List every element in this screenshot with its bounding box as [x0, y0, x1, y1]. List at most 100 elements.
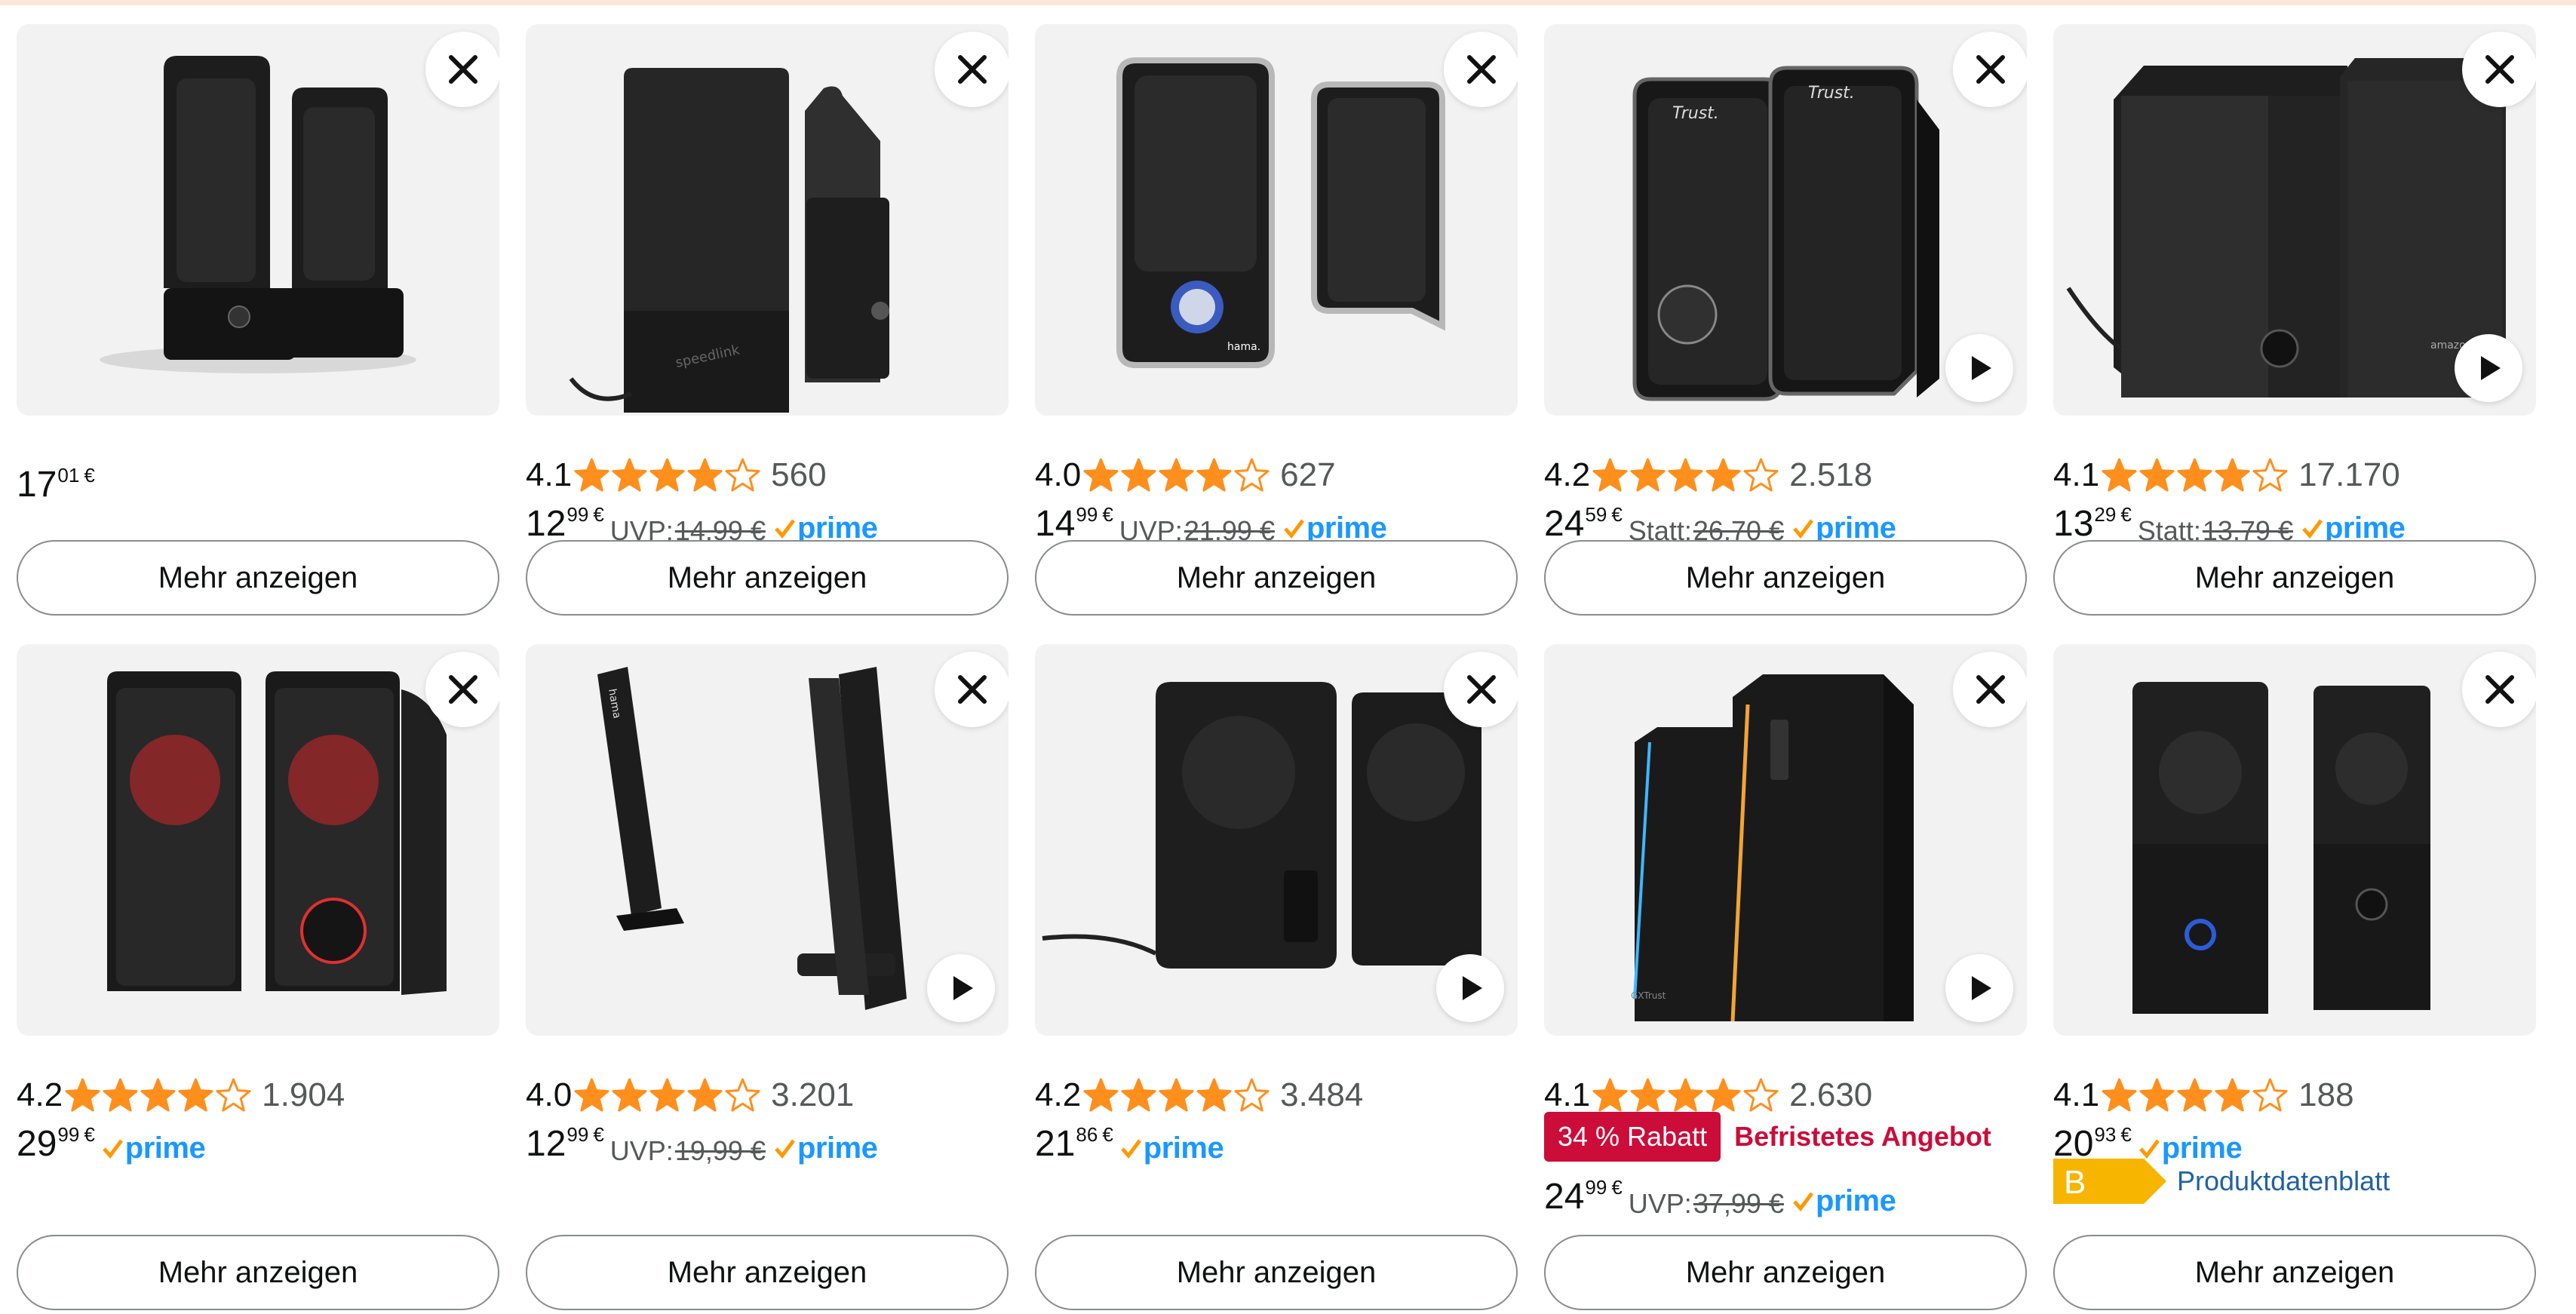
product-data-sheet-link[interactable]: Produktdatenblatt: [2177, 1165, 2390, 1197]
product-image[interactable]: amazonbasics: [2053, 24, 2536, 416]
brand-logo: Trust.: [1672, 104, 1719, 123]
show-more-button[interactable]: Mehr anzeigen: [526, 1235, 1009, 1310]
star-icon: [2252, 1077, 2288, 1112]
product-card-8[interactable]: 4.2 3.484 21 86 € prime Mehr anzeigen: [1035, 644, 1518, 1314]
play-icon: [953, 976, 973, 1000]
price: 12 99 € UVP: 19,99 € prime: [526, 1123, 878, 1166]
product-image[interactable]: [2053, 644, 2536, 1036]
rating[interactable]: 4.1 560: [526, 454, 827, 496]
show-more-button[interactable]: Mehr anzeigen: [1544, 1235, 2027, 1310]
show-more-button[interactable]: Mehr anzeigen: [17, 540, 499, 616]
show-more-button[interactable]: Mehr anzeigen: [2053, 540, 2536, 616]
product-card-1[interactable]: 17 01 € Mehr anzeigen: [17, 24, 499, 620]
product-image[interactable]: hama.: [1035, 24, 1518, 416]
product-card-5[interactable]: amazonbasics 4.1 17.170 1329€ Statt:13,7…: [2053, 24, 2536, 620]
product-image[interactable]: GXTrust: [1544, 644, 2027, 1036]
video-play-button[interactable]: [1436, 954, 1504, 1022]
star-icon: [1668, 457, 1703, 492]
product-card-7[interactable]: hama 4.0 3.201 12 99 € UVP: 19,99 € prime M…: [526, 644, 1009, 1314]
star-icon: [1196, 457, 1232, 492]
star-icon: [1668, 1077, 1703, 1112]
close-icon: [1467, 675, 1496, 704]
star-icon: [725, 1077, 760, 1112]
close-icon: [1976, 55, 2005, 84]
video-play-button[interactable]: [1945, 334, 2013, 402]
dismiss-button[interactable]: [2462, 32, 2536, 107]
show-more-button[interactable]: Mehr anzeigen: [2053, 1235, 2536, 1310]
rating[interactable]: 4.0 3.201: [526, 1074, 854, 1116]
dismiss-button[interactable]: [2462, 652, 2536, 727]
rating[interactable]: 4.1 17.170: [2053, 454, 2400, 496]
product-image[interactable]: [17, 24, 499, 416]
dismiss-button[interactable]: [1444, 652, 1518, 727]
product-card-3[interactable]: hama. 4.0 627 14 99 € UVP: 21,99 € prime Me…: [1035, 24, 1518, 620]
show-more-button[interactable]: Mehr anzeigen: [526, 540, 1009, 616]
product-card-2[interactable]: speedlink 4.1 560 12 99 € UVP: 14,99 € prim…: [526, 24, 1009, 620]
dismiss-button[interactable]: [425, 652, 499, 727]
dismiss-button[interactable]: [1444, 32, 1518, 107]
rating[interactable]: 4.1 188: [2053, 1074, 2354, 1116]
show-more-button[interactable]: Mehr anzeigen: [1035, 1235, 1518, 1310]
product-card-9[interactable]: GXTrust 4.1 2.630 34 % Rabatt Befristete…: [1544, 644, 2027, 1314]
star-rating: [2101, 457, 2289, 494]
star-icon: [2252, 457, 2288, 492]
show-more-button[interactable]: Mehr anzeigen: [17, 1235, 499, 1310]
product-image[interactable]: [17, 644, 499, 1036]
product-card-6[interactable]: 4.2 1.904 29 99 € prime Mehr anzeigen: [17, 644, 499, 1314]
star-icon: [1630, 457, 1666, 492]
star-icon: [1234, 457, 1270, 492]
star-icon: [1630, 1077, 1666, 1112]
discount-badge: 34 % Rabatt: [1544, 1112, 1721, 1162]
svg-text:Trust.: Trust.: [1808, 84, 1855, 103]
dismiss-button[interactable]: [1953, 652, 2027, 727]
rating[interactable]: 4.2 2.518: [1544, 454, 1872, 496]
product-image[interactable]: Trust. Trust.: [1544, 24, 2027, 416]
svg-text:GXTrust: GXTrust: [1631, 990, 1666, 1001]
video-play-button[interactable]: [927, 954, 995, 1022]
dismiss-button[interactable]: [425, 32, 499, 107]
star-icon: [612, 1077, 647, 1112]
star-icon: [1121, 457, 1156, 492]
dismiss-button[interactable]: [1953, 32, 2027, 107]
close-icon: [449, 55, 477, 84]
rating[interactable]: 4.1 2.630: [1544, 1074, 1872, 1116]
star-icon: [1592, 457, 1628, 492]
review-count: 560: [771, 456, 827, 493]
star-icon: [1743, 457, 1779, 492]
rating[interactable]: 4.2 3.484: [1035, 1074, 1363, 1116]
product-image[interactable]: speedlink: [526, 24, 1009, 416]
limited-offer-label: Befristetes Angebot: [1734, 1121, 1991, 1152]
video-play-button[interactable]: [2455, 334, 2522, 402]
top-divider: [0, 0, 2576, 5]
star-rating: [1082, 457, 1271, 494]
product-image[interactable]: hama: [526, 644, 1009, 1036]
star-icon: [649, 1077, 685, 1112]
prime-check-icon: [2302, 519, 2323, 539]
product-image[interactable]: [1035, 644, 1518, 1036]
review-count: 3.484: [1280, 1076, 1364, 1113]
video-play-button[interactable]: [1945, 954, 2013, 1022]
star-icon: [1706, 1077, 1741, 1112]
show-more-button[interactable]: Mehr anzeigen: [1035, 540, 1518, 616]
star-icon: [1159, 457, 1194, 492]
product-card-4[interactable]: Trust. Trust. 4.2 2.518 24 59 € Statt: 26,7…: [1544, 24, 2027, 620]
star-icon: [1706, 457, 1741, 492]
star-icon: [2177, 1077, 2212, 1112]
rating[interactable]: 4.0 627: [1035, 454, 1336, 496]
star-icon: [65, 1077, 100, 1112]
price: 24 99 € UVP: 37,99 € prime: [1544, 1176, 1896, 1219]
prime-badge: prime: [773, 1131, 878, 1165]
product-card-10[interactable]: 4.1 188 20 93 € prime B Produktdatenblatt …: [2053, 644, 2536, 1314]
play-icon: [2481, 356, 2501, 380]
show-more-button[interactable]: Mehr anzeigen: [1544, 540, 2027, 616]
dismiss-button[interactable]: [935, 652, 1009, 727]
play-icon: [1463, 976, 1482, 1000]
prime-check-icon: [775, 519, 795, 539]
star-rating: [573, 1077, 762, 1114]
dismiss-button[interactable]: [935, 32, 1009, 107]
rating[interactable]: 4.2 1.904: [17, 1074, 345, 1116]
star-icon: [1083, 1077, 1119, 1112]
star-icon: [1592, 1077, 1628, 1112]
close-icon: [1976, 675, 2005, 704]
star-rating: [1082, 1077, 1271, 1114]
